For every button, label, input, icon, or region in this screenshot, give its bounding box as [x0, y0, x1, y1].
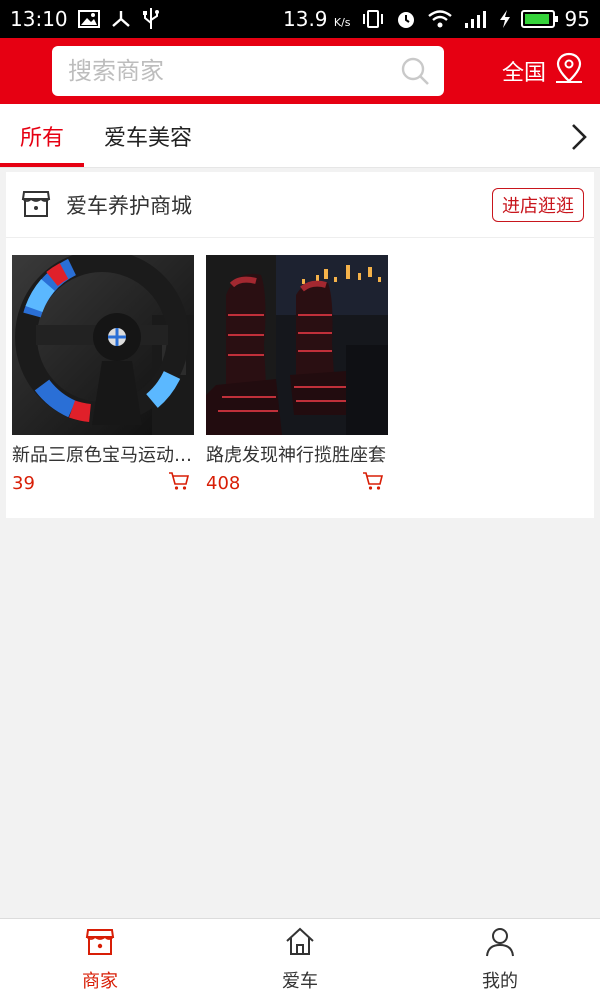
product-price: 408 [206, 472, 241, 494]
status-time: 13:10 [10, 7, 68, 31]
cart-icon[interactable] [362, 471, 384, 495]
header-bar: 全国 [0, 38, 600, 104]
home-icon [284, 926, 316, 963]
region-selector[interactable]: 全国 [502, 52, 584, 90]
product-card[interactable]: 新品三原色宝马运动方向盘套 39 [12, 255, 194, 495]
visit-store-button[interactable]: 进店逛逛 [492, 188, 584, 222]
region-label: 全国 [501, 61, 546, 86]
tab-active-indicator [0, 163, 84, 167]
status-bar: 13:10 13.9 K/s 95 [0, 0, 600, 38]
tab-car-beauty[interactable]: 爱车美容 [104, 104, 192, 168]
usb-icon [142, 7, 160, 31]
vibrate-icon [361, 9, 385, 29]
store-header: 爱车养护商城 进店逛逛 [6, 172, 594, 238]
nav-label: 我的 [482, 971, 518, 992]
network-speed-unit: K/s [333, 16, 351, 29]
network-speed: 13.9 [283, 7, 328, 31]
search-icon[interactable] [400, 56, 430, 90]
product-card[interactable]: 路虎发现神行揽胜座套 408 [206, 255, 388, 495]
chevron-right-icon[interactable] [570, 122, 588, 156]
cart-icon[interactable] [168, 471, 190, 495]
shop-icon [20, 188, 52, 224]
category-tabs: 所有 爱车美容 [0, 104, 600, 168]
nav-car[interactable]: 爱车 [200, 919, 400, 1000]
product-title[interactable]: 路虎发现神行揽胜座套 [206, 441, 388, 467]
tab-all[interactable]: 所有 [20, 104, 64, 168]
search-box[interactable] [52, 46, 444, 96]
battery-icon [520, 10, 558, 28]
store-card: 爱车养护商城 进店逛逛 新品三原色宝马运动方 39 路虎发现神行揽胜座套 408 [6, 172, 594, 518]
nav-mine[interactable]: 我的 [400, 919, 600, 1000]
share-icon [110, 9, 132, 29]
product-image-steering-wheel-cover[interactable] [12, 255, 194, 435]
charging-icon [499, 9, 511, 29]
user-icon [484, 926, 516, 963]
search-input[interactable] [68, 57, 368, 85]
tab-label: 所有 [20, 126, 65, 151]
product-title[interactable]: 新品三原色宝马运动方向盘套 [12, 441, 194, 467]
alarm-icon [395, 8, 417, 30]
bottom-nav: 商家 爱车 我的 [0, 918, 600, 1000]
nav-label: 爱车 [282, 971, 318, 992]
store-icon [84, 926, 116, 963]
store-name[interactable]: 爱车养护商城 [66, 190, 192, 220]
nav-merchants[interactable]: 商家 [0, 919, 200, 1000]
signal-4g-icon [463, 9, 489, 29]
product-image-car-seat-covers[interactable] [206, 255, 388, 435]
tab-label: 爱车美容 [104, 126, 193, 151]
battery-percent: 95 [564, 7, 590, 31]
image-icon [77, 10, 100, 28]
product-price: 39 [12, 472, 35, 494]
location-pin-icon [554, 52, 584, 90]
nav-label: 商家 [82, 971, 118, 992]
wifi-icon [427, 9, 453, 29]
